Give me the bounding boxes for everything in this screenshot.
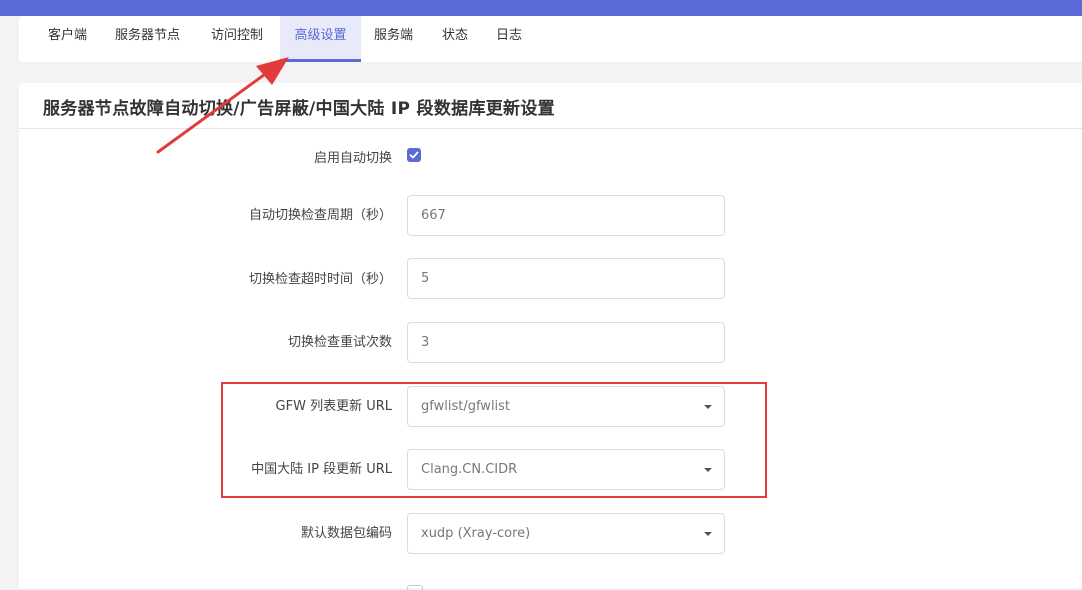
- retry-count-label: 切换检查重试次数: [287, 335, 392, 350]
- title-divider: [19, 128, 1082, 129]
- check-timeout-label: 切换检查超时时间（秒）: [248, 272, 392, 287]
- tab-log[interactable]: 日志: [496, 16, 522, 62]
- tab-server-nodes[interactable]: 服务器节点: [115, 16, 180, 62]
- tab-access-control[interactable]: 访问控制: [211, 16, 263, 62]
- packet-encoding-label: 默认数据包编码: [300, 526, 392, 541]
- section-title: 服务器节点故障自动切换/广告屏蔽/中国大陆 IP 段数据库更新设置: [43, 99, 555, 119]
- auto-switch-label: 启用自动切换: [313, 151, 392, 166]
- tab-bar: 客户端 服务器节点 访问控制 高级设置 服务端 状态 日志: [19, 16, 1082, 62]
- check-timeout-input[interactable]: 5: [407, 258, 725, 299]
- top-header-bar: [0, 0, 1082, 16]
- tab-status[interactable]: 状态: [442, 16, 468, 62]
- retry-count-input[interactable]: 3: [407, 322, 725, 363]
- tab-server[interactable]: 服务端: [374, 16, 413, 62]
- tab-client[interactable]: 客户端: [48, 16, 87, 62]
- check-period-label: 自动切换检查周期（秒）: [248, 208, 392, 223]
- check-period-input[interactable]: 667: [407, 195, 725, 236]
- annotation-highlight-box: [221, 382, 767, 498]
- tab-advanced-settings[interactable]: 高级设置: [280, 16, 361, 62]
- settings-card: 服务器节点故障自动切换/广告屏蔽/中国大陆 IP 段数据库更新设置 启用自动切换…: [19, 83, 1082, 590]
- packet-encoding-value: xudp (Xray-core): [421, 526, 531, 541]
- auto-switch-checkbox[interactable]: [407, 148, 421, 162]
- checkmark-icon: [409, 151, 419, 159]
- dropdown-arrow-icon: [704, 532, 712, 536]
- packet-encoding-select[interactable]: xudp (Xray-core): [407, 513, 725, 554]
